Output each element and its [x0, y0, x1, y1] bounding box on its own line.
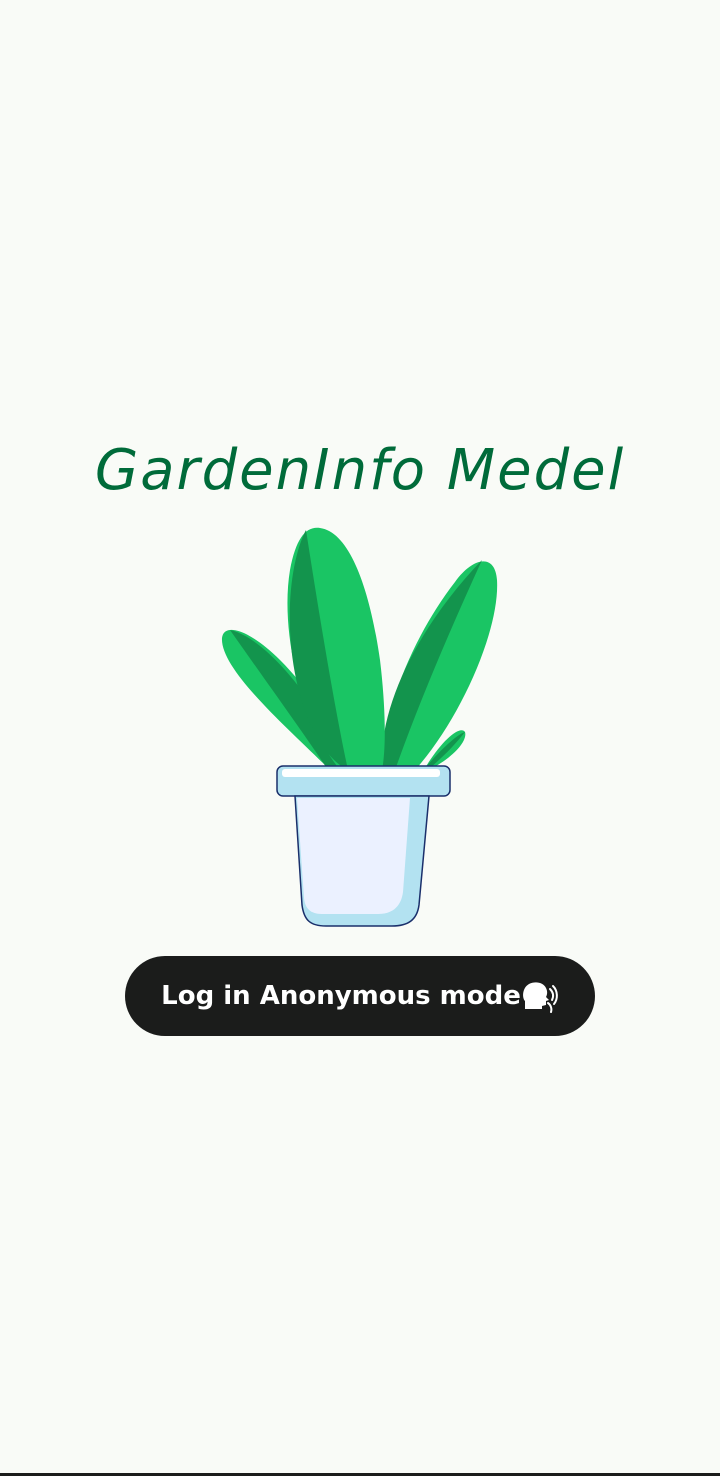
pot-body	[294, 795, 430, 927]
login-screen: GardenInfo Medel Log in Anonymous mode	[0, 0, 720, 1476]
leaf-right	[381, 560, 498, 770]
speaking-head-icon	[521, 979, 559, 1013]
potted-plant-icon	[210, 520, 510, 940]
login-anonymous-button[interactable]: Log in Anonymous mode	[125, 956, 595, 1036]
pot-rim	[276, 765, 451, 797]
app-title: GardenInfo Medel	[94, 438, 626, 503]
login-button-label: Log in Anonymous mode	[161, 981, 521, 1011]
